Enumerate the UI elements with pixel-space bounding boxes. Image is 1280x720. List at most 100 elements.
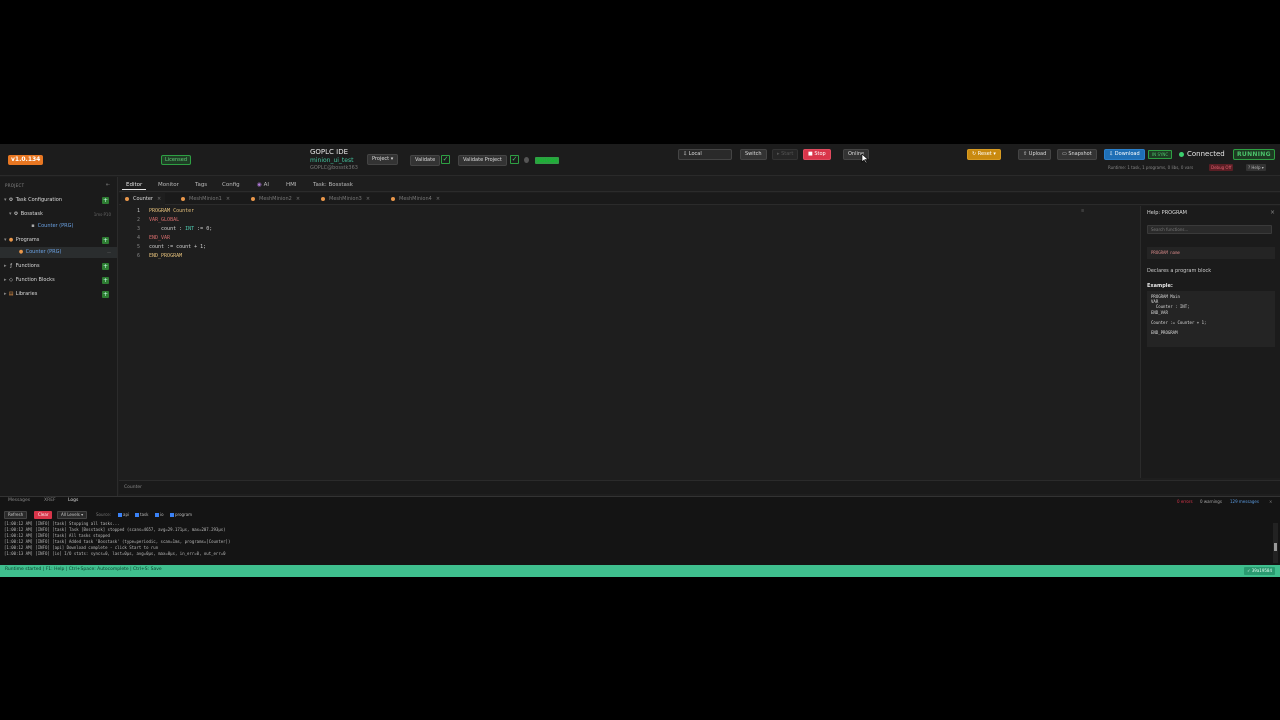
tree-program-counter[interactable]: ● Counter (PRG) —	[0, 247, 117, 258]
file-tab-label: MeshMinion3	[329, 196, 362, 202]
source-api-checkbox[interactable]: api	[118, 512, 129, 517]
collapse-sidebar-icon[interactable]: ⇤	[106, 182, 110, 188]
tab-config[interactable]: Config	[218, 180, 244, 190]
close-icon[interactable]: ×	[1270, 209, 1275, 216]
source-program-checkbox[interactable]: program	[170, 512, 192, 517]
code-token: END_VAR	[149, 235, 171, 241]
code-line[interactable]: 2 VAR_GLOBAL	[119, 216, 179, 225]
tree-task-configuration[interactable]: ▾ ⚙ Task Configuration +	[0, 195, 117, 206]
close-icon[interactable]: ×	[157, 196, 161, 202]
tab-logs[interactable]: Logs	[68, 498, 78, 503]
file-tab-label: MeshMinion4	[399, 196, 432, 202]
start-button[interactable]: ▸ Start	[772, 149, 799, 160]
tree-functions[interactable]: ▸ ƒ Functions +	[0, 261, 117, 272]
source-task-checkbox[interactable]: task	[135, 512, 148, 517]
help-title: Help: PROGRAM	[1147, 210, 1187, 216]
stop-button[interactable]: ■ Stop	[803, 149, 831, 160]
code-line[interactable]: 4 END_VAR	[119, 234, 170, 243]
tree-libraries[interactable]: ▸ ▤ Libraries +	[0, 289, 117, 300]
source-label: program	[175, 512, 193, 517]
code-token: count := count + 1;	[149, 244, 207, 250]
runtime-info: Runtime: 1 task, 1 programs, 0 libs, 0 v…	[1108, 165, 1194, 170]
tree-item-label: Functions	[15, 263, 40, 269]
code-line[interactable]: 1 PROGRAM Counter	[119, 207, 194, 216]
snapshot-button[interactable]: ▭ Snapshot	[1057, 149, 1097, 160]
code-token: := 0;	[194, 226, 213, 232]
tab-tags[interactable]: Tags	[191, 180, 211, 190]
tab-xref[interactable]: XREF	[44, 498, 56, 503]
help-menu-button[interactable]: ? Help ▾	[1246, 164, 1266, 171]
tab-task-bosstask[interactable]: Task: Bosstask	[309, 180, 357, 190]
add-task-button[interactable]: +	[102, 197, 109, 204]
code-line[interactable]: 5 count := count + 1;	[119, 243, 206, 252]
tab-editor[interactable]: Editor	[122, 180, 147, 190]
file-tab-meshminion2[interactable]: MeshMinion2 ×	[247, 193, 304, 205]
add-function-button[interactable]: +	[102, 263, 109, 270]
download-button[interactable]: ⇩ Download	[1104, 149, 1145, 160]
source-label: Source:	[96, 512, 112, 517]
connection-status-icon	[1179, 152, 1184, 157]
close-icon[interactable]: ×	[436, 196, 440, 202]
gear-icon: ⚙	[8, 197, 14, 203]
add-function-block-button[interactable]: +	[102, 277, 109, 284]
code-line[interactable]: 3 count : INT := 0;	[119, 225, 212, 234]
upload-button[interactable]: ⇧ Upload	[1018, 149, 1052, 160]
log-scrollbar[interactable]	[1273, 523, 1278, 563]
tab-ai[interactable]: ◉ AI	[253, 180, 273, 190]
close-icon[interactable]: ×	[226, 196, 230, 202]
source-io-checkbox[interactable]: io	[155, 512, 164, 517]
add-program-button[interactable]: +	[102, 237, 109, 244]
tree-programs[interactable]: ▾ ● Programs +	[0, 235, 117, 246]
validate-project-button[interactable]: Validate Project	[458, 155, 507, 166]
code-editor[interactable]: ≡ 1 PROGRAM Counter 2 VAR_GLOBAL 3 count : I…	[119, 205, 1139, 480]
add-library-button[interactable]: +	[102, 291, 109, 298]
minimap-icon[interactable]: ≡	[1081, 208, 1084, 214]
help-syntax: PROGRAM name	[1147, 247, 1275, 259]
file-tab-meshminion4[interactable]: MeshMinion4 ×	[387, 193, 444, 205]
switch-button[interactable]: Switch	[740, 149, 767, 160]
validate-project-check-icon: ✓	[510, 155, 519, 164]
build-hash-badge: ✓ 39a19584	[1244, 567, 1275, 575]
programs-icon: ●	[8, 237, 14, 243]
level-select[interactable]: All Levels ▾	[57, 511, 88, 519]
source-label: api	[123, 512, 130, 517]
code-line[interactable]: 6 END_PROGRAM	[119, 252, 182, 261]
tree-function-blocks[interactable]: ▸ ◇ Function Blocks +	[0, 275, 117, 286]
validate-button[interactable]: Validate	[410, 155, 441, 166]
refresh-button[interactable]: Refresh	[4, 511, 28, 519]
tab-hmi[interactable]: HMI	[282, 180, 301, 190]
clear-button[interactable]: Clear	[34, 511, 53, 519]
help-search-input[interactable]: Search functions...	[1147, 225, 1272, 234]
program-dot-icon	[125, 196, 129, 201]
warning-count: 0 warnings	[1200, 499, 1222, 504]
tree-task-bosstask[interactable]: ▾ ⚙ Bosstask 1ms·P10	[0, 209, 117, 220]
program-meta: —	[107, 250, 111, 255]
tab-messages[interactable]: Messages	[8, 498, 30, 503]
scrollbar-thumb[interactable]	[1274, 543, 1277, 551]
project-sidebar: PROJECT ⇤ ▾ ⚙ Task Configuration + ▾ ⚙ B…	[0, 177, 118, 497]
project-name[interactable]: minion_ui_test	[310, 157, 358, 165]
tree-task-program-counter[interactable]: ▪ Counter (PRG)	[0, 221, 117, 232]
tree-item-label: Libraries	[15, 291, 38, 297]
project-subtitle: GOPLC@bosstk363	[310, 165, 358, 171]
program-icon: ▪	[31, 223, 35, 229]
file-tab-counter[interactable]: Counter ×	[121, 193, 166, 205]
file-tab-label: Counter	[133, 196, 153, 202]
code-token: INT	[185, 226, 195, 232]
close-icon[interactable]: ×	[296, 196, 300, 202]
target-select[interactable]: ⇩ Local	[678, 149, 732, 160]
expand-arrow-icon: ▾	[4, 237, 7, 243]
tab-monitor[interactable]: Monitor	[154, 180, 183, 190]
program-dot-icon	[251, 196, 255, 201]
file-tab-meshminion1[interactable]: MeshMinion1 ×	[177, 193, 234, 205]
close-icon[interactable]: ×	[366, 196, 370, 202]
project-menu-button[interactable]: Project ▾	[367, 154, 399, 165]
sync-status-badge: IN SYNC	[1148, 150, 1173, 159]
debug-toggle[interactable]: Debug Off	[1209, 164, 1234, 171]
file-tab-meshminion3[interactable]: MeshMinion3 ×	[317, 193, 374, 205]
app-info: GOPLC IDE minion_ui_test GOPLC@bosstk363	[310, 148, 358, 172]
close-icon[interactable]: ×	[1269, 499, 1272, 504]
reset-button[interactable]: ↻ Reset ▾	[967, 149, 1001, 160]
tree-item-label: Counter (PRG)	[25, 249, 62, 255]
expand-arrow-icon: ▾	[9, 211, 12, 217]
